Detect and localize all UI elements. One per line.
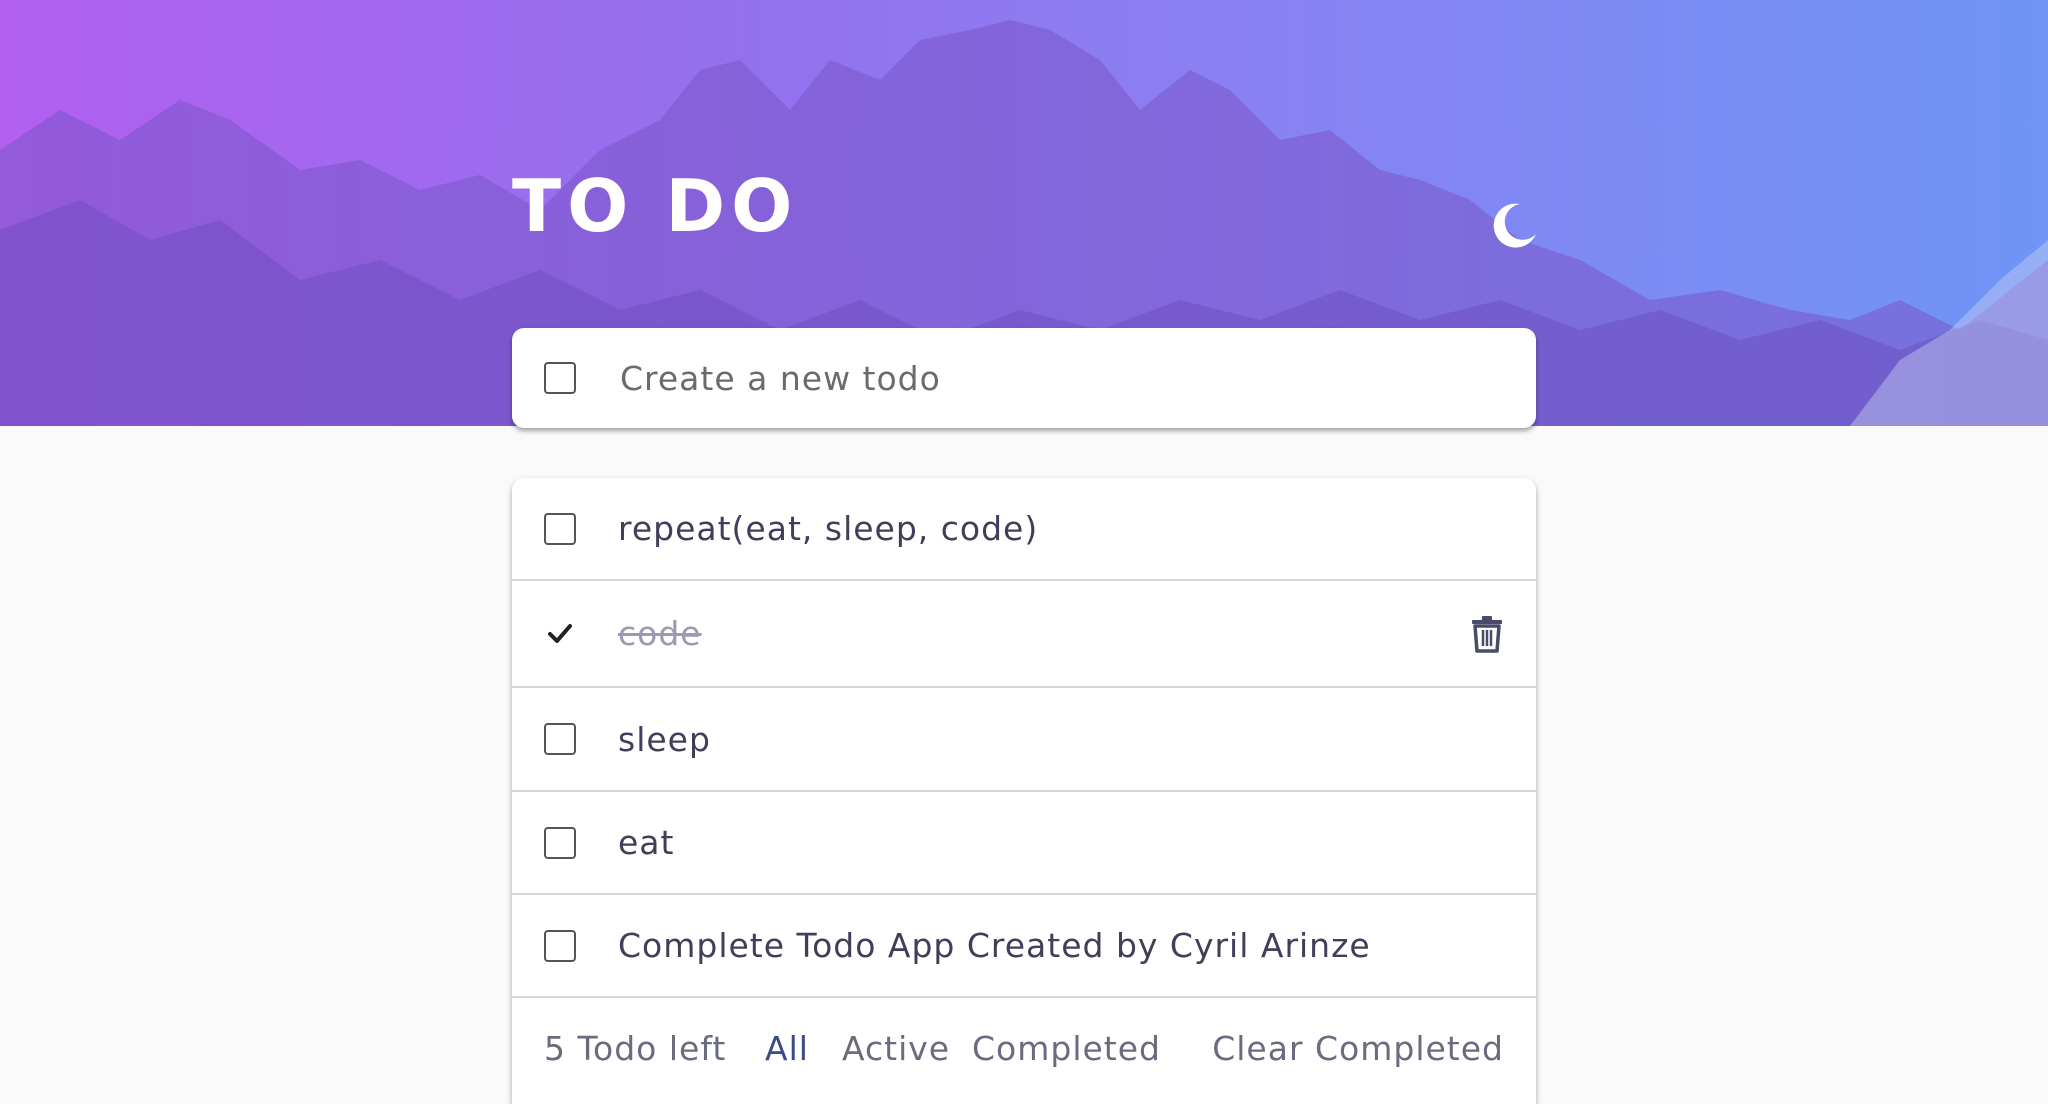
checkmark-icon: [548, 623, 572, 643]
todo-checkbox[interactable]: [544, 929, 576, 962]
todo-item[interactable]: sleep: [512, 688, 1536, 792]
todo-checkbox[interactable]: [544, 512, 576, 545]
todo-text: repeat(eat, sleep, code): [618, 509, 1039, 548]
clear-completed-button[interactable]: Clear Completed: [1212, 1029, 1504, 1068]
filter-all-button[interactable]: All: [765, 1029, 809, 1068]
moon-icon[interactable]: [1490, 200, 1540, 250]
todo-item[interactable]: Complete Todo App Created by Cyril Arinz…: [512, 895, 1536, 998]
todo-item[interactable]: code: [512, 581, 1536, 688]
todo-checkbox[interactable]: [544, 826, 576, 859]
trash-icon[interactable]: [1470, 615, 1504, 653]
todo-footer: 5 Todo left All Active Completed Clear C…: [512, 998, 1536, 1098]
todo-text: Complete Todo App Created by Cyril Arinz…: [618, 926, 1371, 965]
app-title: TO DO: [512, 164, 799, 248]
new-todo-bar: [512, 328, 1536, 428]
todo-checkbox-checked[interactable]: [544, 618, 576, 650]
items-left-count: 5 Todo left: [544, 1028, 727, 1068]
new-todo-checkbox[interactable]: [544, 362, 576, 394]
todo-text: sleep: [618, 719, 711, 759]
todo-item[interactable]: repeat(eat, sleep, code): [512, 478, 1536, 581]
filter-completed-button[interactable]: Completed: [972, 1029, 1161, 1068]
todo-text: eat: [618, 823, 675, 862]
todo-text: code: [618, 614, 702, 653]
todo-item[interactable]: eat: [512, 792, 1536, 895]
new-todo-input[interactable]: [618, 357, 1502, 399]
filter-active-button[interactable]: Active: [842, 1029, 950, 1068]
todo-list: repeat(eat, sleep, code) code sleep eat: [512, 478, 1536, 1104]
todo-checkbox[interactable]: [544, 723, 576, 755]
